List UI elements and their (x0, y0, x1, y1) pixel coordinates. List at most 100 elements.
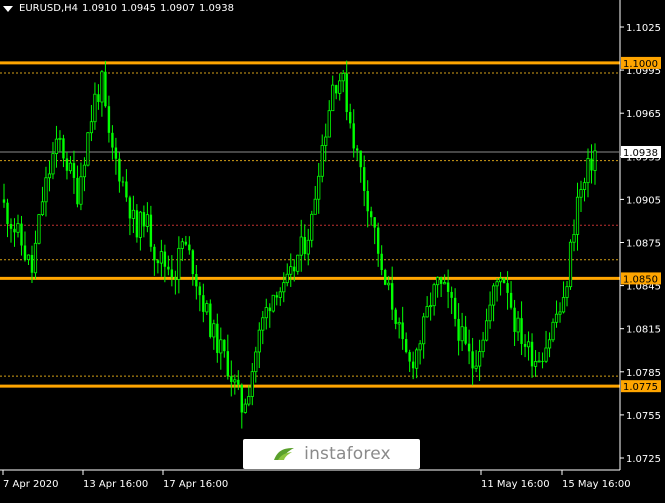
candle-body-bear (174, 277, 177, 280)
candle-body-bear (226, 351, 230, 377)
candle-body-bull (320, 145, 324, 177)
candle-body-bear (20, 223, 23, 246)
high-price: 1.0945 (121, 3, 157, 14)
candle-body-bull (313, 198, 317, 215)
candle-body-bull (51, 153, 55, 175)
candle-body-bull (16, 223, 20, 233)
candle (568, 239, 573, 290)
candle-body-bull (331, 84, 335, 112)
candle-body-bull (554, 313, 559, 323)
candle-body-bear (30, 254, 34, 273)
candle-body-bear (369, 211, 373, 218)
candle-body-bear (383, 269, 387, 285)
candle-body-bear (464, 326, 467, 344)
candle (296, 254, 300, 275)
candle-body-bull (495, 281, 499, 287)
candle-body-bull (93, 93, 97, 123)
candle-body-bull (243, 403, 247, 413)
candle-body-bear (9, 224, 13, 229)
candle-body-bear (268, 307, 271, 312)
candle-body-bull (47, 173, 52, 179)
candle-body-bear (216, 323, 219, 353)
candle-body-bear (65, 158, 69, 171)
dropdown-triangle-icon[interactable] (3, 5, 13, 12)
candle-body-bull (429, 305, 433, 308)
open-price: 1.0910 (82, 3, 118, 14)
candle-body-bear (142, 212, 146, 227)
candle-body-bear (373, 217, 376, 228)
candle-body-bear (471, 351, 474, 369)
candle-body-bull (26, 254, 31, 260)
candle-body-bull (415, 349, 419, 369)
candle-body-bull (247, 396, 251, 405)
current-price-tag: 1.0938 (621, 145, 661, 159)
candle-body-bull (516, 317, 520, 333)
candle-body-bull (285, 273, 289, 284)
candle-body-bull (425, 306, 429, 318)
candle-body-bear (450, 291, 453, 298)
candle-body-bear (446, 282, 450, 292)
candle-body-bull (558, 311, 562, 315)
candle-body-bear (209, 303, 212, 337)
candle-body-bear (453, 297, 457, 319)
candle-body-bear (223, 339, 226, 352)
candle-body-bull (498, 278, 503, 283)
candle-body-bull (310, 213, 314, 241)
candle-body-bull (537, 360, 541, 363)
candle-body-bull (250, 371, 254, 397)
candle-body-bull (68, 162, 73, 172)
candle-body-bull (212, 323, 216, 338)
candle-body-bear (114, 147, 118, 159)
candle-body-bear (97, 94, 100, 102)
level-price-tag: 1.0850 (621, 272, 661, 285)
candle-body-bull (44, 177, 48, 203)
current-price-label: 1.0938 (623, 148, 658, 159)
candle-body-bear (149, 214, 153, 247)
candle-body-bear (520, 318, 523, 344)
candle-body-bear (411, 361, 415, 369)
chart-area: 1.10251.09951.09651.09351.09051.08751.08… (0, 0, 665, 499)
candle-body-bull (432, 284, 436, 307)
candle-body-bull (565, 286, 569, 298)
candle-body-bull (387, 282, 391, 286)
y-tick-label: 1.1025 (626, 23, 661, 34)
candle-body-bear (404, 339, 408, 353)
candle-body-bull (271, 294, 275, 312)
candle-body-bull (296, 254, 300, 272)
candle-body-bull (533, 361, 538, 367)
candle-body-bull (180, 241, 184, 249)
candle-body-bear (128, 197, 132, 219)
candle-body-bull (579, 189, 583, 198)
candle-body-bull (54, 138, 59, 155)
candle-body-bear (202, 295, 205, 312)
level-tag-label: 1.1000 (623, 59, 658, 70)
candle-body-bear (457, 318, 460, 341)
candle-body-bear (502, 278, 506, 284)
candle-body-bear (335, 85, 338, 94)
candle-body-bear (191, 250, 195, 275)
candle-body-bull (327, 110, 331, 138)
candle-body-bear (6, 202, 9, 225)
candle-body-bull (219, 339, 223, 354)
candle-body-bear (2, 199, 6, 203)
candle-body-bear (506, 283, 509, 293)
candle-body-bull (289, 266, 293, 275)
candle-body-bear (121, 181, 125, 183)
candle-body-bull (324, 136, 328, 146)
candle-body-bear (352, 123, 355, 149)
candle-body-bear (167, 266, 170, 270)
candle-body-bear (156, 260, 160, 264)
chart-header: EURUSD,H4 1.0910 1.0945 1.0907 1.0938 (3, 3, 234, 14)
candle-body-bear (401, 322, 404, 340)
candle-body-bear (125, 181, 128, 198)
candle-body-bear (13, 228, 16, 233)
candle-body-bear (376, 227, 380, 254)
candle-body-bull (582, 182, 587, 190)
candle-body-bear (541, 361, 544, 363)
candle-body-bull (338, 80, 342, 94)
candle-body-bull (257, 329, 261, 353)
candle-body-bull (79, 176, 83, 205)
candle-body-bull (418, 343, 422, 351)
candle-body-bull (205, 303, 209, 313)
x-tick-label: 15 May 16:00 (562, 479, 631, 490)
